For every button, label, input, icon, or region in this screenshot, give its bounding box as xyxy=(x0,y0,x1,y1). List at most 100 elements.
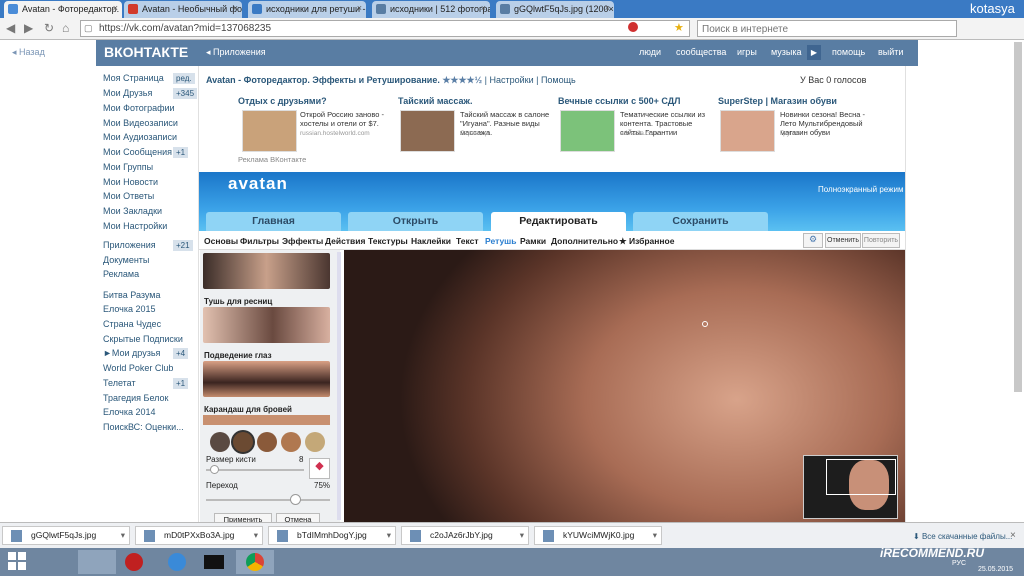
browser-tab-4[interactable]: исходники | 512 фотогра × xyxy=(372,1,490,18)
chrome-taskbar-button[interactable] xyxy=(236,550,274,574)
tool-category-2[interactable]: Эффекты xyxy=(282,236,323,246)
sidebar-item[interactable]: Елочка 2015 xyxy=(103,304,156,314)
ad-image[interactable] xyxy=(720,110,775,152)
home-icon[interactable]: ⌂ xyxy=(62,21,69,35)
address-bar[interactable]: https://vk.com/avatan?mid=137068235 xyxy=(80,20,690,37)
forward-arrow-icon[interactable]: ▶ xyxy=(24,21,33,35)
tool-category-6[interactable]: Текст xyxy=(456,236,479,246)
menu-communities[interactable]: сообщества xyxy=(676,47,726,57)
color-swatch[interactable] xyxy=(210,432,230,452)
tab-save[interactable]: Сохранить xyxy=(633,212,768,231)
menu-logout[interactable]: выйти xyxy=(878,47,903,57)
close-icon[interactable]: × xyxy=(1010,530,1016,541)
tool-category-1[interactable]: Фильтры xyxy=(240,236,279,246)
sidebar-item[interactable]: Мои Закладки xyxy=(103,206,162,216)
paint-app-icon[interactable] xyxy=(78,550,116,574)
game-app-icon[interactable] xyxy=(125,553,143,571)
apps-breadcrumb[interactable]: ◂ Приложения xyxy=(206,47,266,58)
eraser-icon[interactable]: ◆ xyxy=(309,458,330,479)
ad-title[interactable]: Тайский массаж. xyxy=(398,96,553,106)
download-item[interactable]: mD0tPXxBo3A.jpg ▾ xyxy=(135,526,263,545)
tool-category-5[interactable]: Наклейки xyxy=(411,236,451,246)
gear-icon[interactable]: ⚙ xyxy=(803,233,823,248)
menu-games[interactable]: игры xyxy=(737,47,757,57)
navigator-thumbnail[interactable] xyxy=(803,455,898,519)
ads-footer[interactable]: Реклама ВКонтакте xyxy=(238,155,306,164)
sidebar-item[interactable]: Мои Сообщения xyxy=(103,147,172,157)
sidebar-item[interactable]: Телетат xyxy=(103,378,136,388)
sidebar-item[interactable]: Мои Настройки xyxy=(103,221,167,231)
color-swatch-selected[interactable] xyxy=(233,432,253,452)
ad-title[interactable]: SuperStep | Магазин обуви xyxy=(718,96,873,106)
ad-image[interactable] xyxy=(560,110,615,152)
browser-user-name[interactable]: kotasya xyxy=(970,1,1015,16)
sidebar-item[interactable]: ПоискВС: Оценки... xyxy=(103,422,184,432)
sidebar-item[interactable]: Мои Фотографии xyxy=(103,103,175,113)
play-icon[interactable]: ▶ xyxy=(807,45,821,60)
sidebar-item[interactable]: Мои Новости xyxy=(103,177,158,187)
browser-tab-1[interactable]: Avatan - Фоторедактор. Э × xyxy=(4,1,122,18)
clock-date[interactable]: 25.05.2015 xyxy=(978,566,1013,573)
back-link[interactable]: ◂ Назад xyxy=(12,47,45,58)
page-scrollbar[interactable] xyxy=(1014,42,1022,392)
ad-title[interactable]: Отдых с друзьями? xyxy=(238,96,393,106)
dropdown-icon[interactable]: ▾ xyxy=(387,530,391,541)
sidebar-item[interactable]: Скрытые Подписки xyxy=(103,334,183,344)
ad-image[interactable] xyxy=(242,110,297,152)
browser-search-input[interactable] xyxy=(697,20,957,37)
browser-tab-5[interactable]: gGQlwtF5qJs.jpg (1200×8 × xyxy=(496,1,614,18)
sidebar-item[interactable]: Битва Разума xyxy=(103,290,160,300)
sidebar-item[interactable]: Документы xyxy=(103,255,149,265)
sidebar-item[interactable]: World Poker Club xyxy=(103,363,173,373)
reload-icon[interactable]: ↻ xyxy=(44,21,54,35)
menu-help[interactable]: помощь xyxy=(832,47,865,57)
tool-category-0[interactable]: Основы xyxy=(204,236,238,246)
all-downloads-link[interactable]: ⬇ Все скачанные файлы... xyxy=(913,532,1012,541)
color-swatch[interactable] xyxy=(305,432,325,452)
tool-category-8[interactable]: Рамки xyxy=(520,236,546,246)
close-tab-icon[interactable]: × xyxy=(605,3,610,13)
close-tab-icon[interactable]: × xyxy=(113,3,118,13)
sidebar-item[interactable]: Моя Страница xyxy=(103,73,164,83)
tool-category-7[interactable]: Ретушь xyxy=(485,236,517,246)
close-tab-icon[interactable]: × xyxy=(233,3,238,13)
bookmark-star-icon[interactable]: ★ xyxy=(674,21,684,34)
back-arrow-icon[interactable]: ◀ xyxy=(6,21,15,35)
tool-category-9[interactable]: Дополнительно xyxy=(551,236,618,246)
brush-size-slider[interactable] xyxy=(206,469,304,471)
sidebar-item[interactable]: Приложения xyxy=(103,240,156,250)
color-swatch[interactable] xyxy=(281,432,301,452)
dropdown-icon[interactable]: ▾ xyxy=(653,530,657,541)
fullscreen-link[interactable]: Полноэкранный режим xyxy=(818,185,903,194)
ad-block[interactable]: Тайский массаж. Тайский массаж в салоне "… xyxy=(398,96,553,152)
terminal-icon[interactable] xyxy=(204,555,224,569)
navigator-viewport[interactable] xyxy=(826,459,896,495)
vk-logo[interactable]: ВКОНТАКТЕ xyxy=(104,44,188,60)
app-links[interactable]: | Настройки | Помощь xyxy=(485,75,576,85)
browser-tab-2[interactable]: Avatan - Необычный фот × xyxy=(124,1,242,18)
download-item[interactable]: c2oJAz6rJbY.jpg ▾ xyxy=(401,526,529,545)
pinned-app-icon[interactable] xyxy=(168,553,186,571)
eye-preview-image[interactable] xyxy=(203,253,330,289)
dropdown-icon[interactable]: ▾ xyxy=(520,530,524,541)
sidebar-item[interactable]: Мои Группы xyxy=(103,162,153,172)
tab-home[interactable]: Главная xyxy=(206,212,341,231)
tab-edit[interactable]: Редактировать xyxy=(491,212,626,231)
sidebar-item[interactable]: Мои Друзья xyxy=(103,88,152,98)
mascara-tool[interactable] xyxy=(203,307,330,343)
sidebar-item[interactable]: Страна Чудес xyxy=(103,319,161,329)
start-windows-icon[interactable] xyxy=(8,552,26,570)
tab-open[interactable]: Открыть xyxy=(348,212,483,231)
sidebar-item[interactable]: Реклама xyxy=(103,269,139,279)
ad-title[interactable]: Вечные ссылки с 500+ СДЛ xyxy=(558,96,713,106)
panel-scrollbar[interactable] xyxy=(337,252,341,520)
sidebar-item[interactable]: Мои Видеозаписи xyxy=(103,118,178,128)
eyeliner-tool[interactable] xyxy=(203,361,330,397)
app-title[interactable]: Avatan - Фоторедактор. Эффекты и Ретушир… xyxy=(206,75,440,85)
ad-block[interactable]: SuperStep | Магазин обуви Новинки сезона!… xyxy=(718,96,873,152)
undo-button[interactable]: Отменить xyxy=(825,233,861,248)
brush-slider-handle[interactable] xyxy=(210,465,219,474)
tool-category-10[interactable]: ★ Избранное xyxy=(619,236,674,247)
close-tab-icon[interactable]: × xyxy=(357,3,362,13)
ad-block[interactable]: Вечные ссылки с 500+ СДЛ Тематические ссы… xyxy=(558,96,713,152)
